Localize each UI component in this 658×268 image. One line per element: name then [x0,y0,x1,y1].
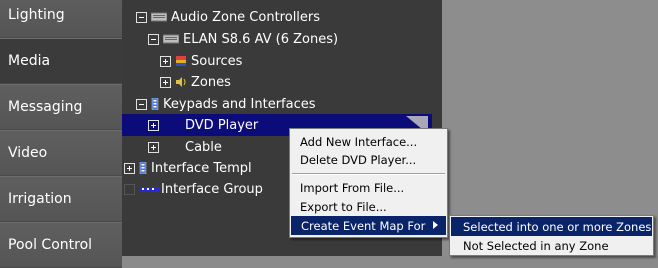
sidebar-item-media[interactable]: Media [0,38,122,84]
menu-item-add-new-interface[interactable]: Add New Interface... [290,132,447,151]
menu-item-export-to-file[interactable]: Export to File... [290,197,447,216]
expand-icon[interactable] [160,55,171,67]
tree-node-label: Interface Templ [151,160,252,176]
tree-node-label: Zones [191,74,231,90]
tree-node-zones[interactable]: Zones [160,71,231,93]
expand-icon[interactable] [148,141,159,153]
sidebar-item-label: Media [8,53,51,69]
menu-item-label: Create Event Map For [301,218,426,233]
sidebar-item-irrigation[interactable]: Irrigation [0,176,122,222]
tree-node-cable[interactable]: Cable [148,136,222,158]
expand-icon[interactable] [148,119,159,131]
tree-node-sources[interactable]: Sources [160,50,242,72]
tree-node-interface-group[interactable]: Interface Group [124,178,263,200]
tree-node-label: Audio Zone Controllers [171,9,321,25]
controller-icon [151,12,167,22]
collapse-icon[interactable] [136,11,147,23]
tree-node-label: Cable [185,139,222,155]
empty-checkbox-icon [124,183,135,195]
tree-node-label: ELAN S8.6 AV (6 Zones) [183,31,339,47]
speaker-icon [176,77,186,87]
tree-node-keypads-and-interfaces[interactable]: Keypads and Interfaces [136,93,316,115]
keypad-icon [139,162,147,174]
tree-node-label: Sources [191,53,243,69]
sidebar-item-label: Lighting [8,7,65,23]
collapse-icon[interactable] [148,33,159,45]
sources-icon [176,56,186,66]
sidebar-item-label: Pool Control [8,237,93,253]
submenu-item-not-selected-in-any-zone[interactable]: Not Selected in any Zone [450,236,653,255]
tree-node-label: Keypads and Interfaces [163,96,316,112]
keypad-icon [151,98,159,110]
sidebar-item-label: Messaging [8,99,83,115]
sidebar-item-label: Irrigation [8,191,72,207]
menu-item-create-event-map-for[interactable]: Create Event Map For [291,216,446,235]
menu-separator [292,173,445,175]
menu-item-label: Delete DVD Player... [300,152,417,167]
tree-node-audio-zone-controllers[interactable]: Audio Zone Controllers [136,6,320,28]
menu-item-label: Add New Interface... [300,134,418,149]
submenu-arrow-icon [433,221,438,229]
menu-item-label: Selected into one or more Zones [463,219,652,234]
menu-item-import-from-file[interactable]: Import From File... [290,178,447,197]
expand-icon[interactable] [160,76,171,88]
tree-node-label: DVD Player [185,117,259,133]
context-menu: Add New Interface... Delete DVD Player..… [289,128,448,238]
menu-item-label: Import From File... [300,180,405,195]
device-icon [163,34,179,44]
tree-node-elan-s8-6-av[interactable]: ELAN S8.6 AV (6 Zones) [148,28,338,50]
sidebar-item-lighting[interactable]: Lighting [0,0,122,38]
tree-node-interface-templates[interactable]: Interface Templ [124,157,252,179]
sidebar: Lighting Media Messaging Video Irrigatio… [0,0,122,268]
sidebar-item-messaging[interactable]: Messaging [0,84,122,130]
expand-icon[interactable] [124,162,135,174]
sidebar-item-video[interactable]: Video [0,130,122,176]
sidebar-item-label: Video [8,145,48,161]
submenu-item-selected-into-zones[interactable]: Selected into one or more Zones [451,217,652,236]
sidebar-item-pool-control[interactable]: Pool Control [0,222,122,268]
tree-node-label: Interface Group [161,181,263,197]
collapse-icon[interactable] [136,98,147,110]
submenu: Selected into one or more Zones Not Sele… [449,215,654,256]
menu-item-delete-dvd-player[interactable]: Delete DVD Player... [290,150,447,169]
menu-item-label: Not Selected in any Zone [463,238,609,253]
menu-item-label: Export to File... [300,199,387,214]
group-icon [139,187,159,191]
